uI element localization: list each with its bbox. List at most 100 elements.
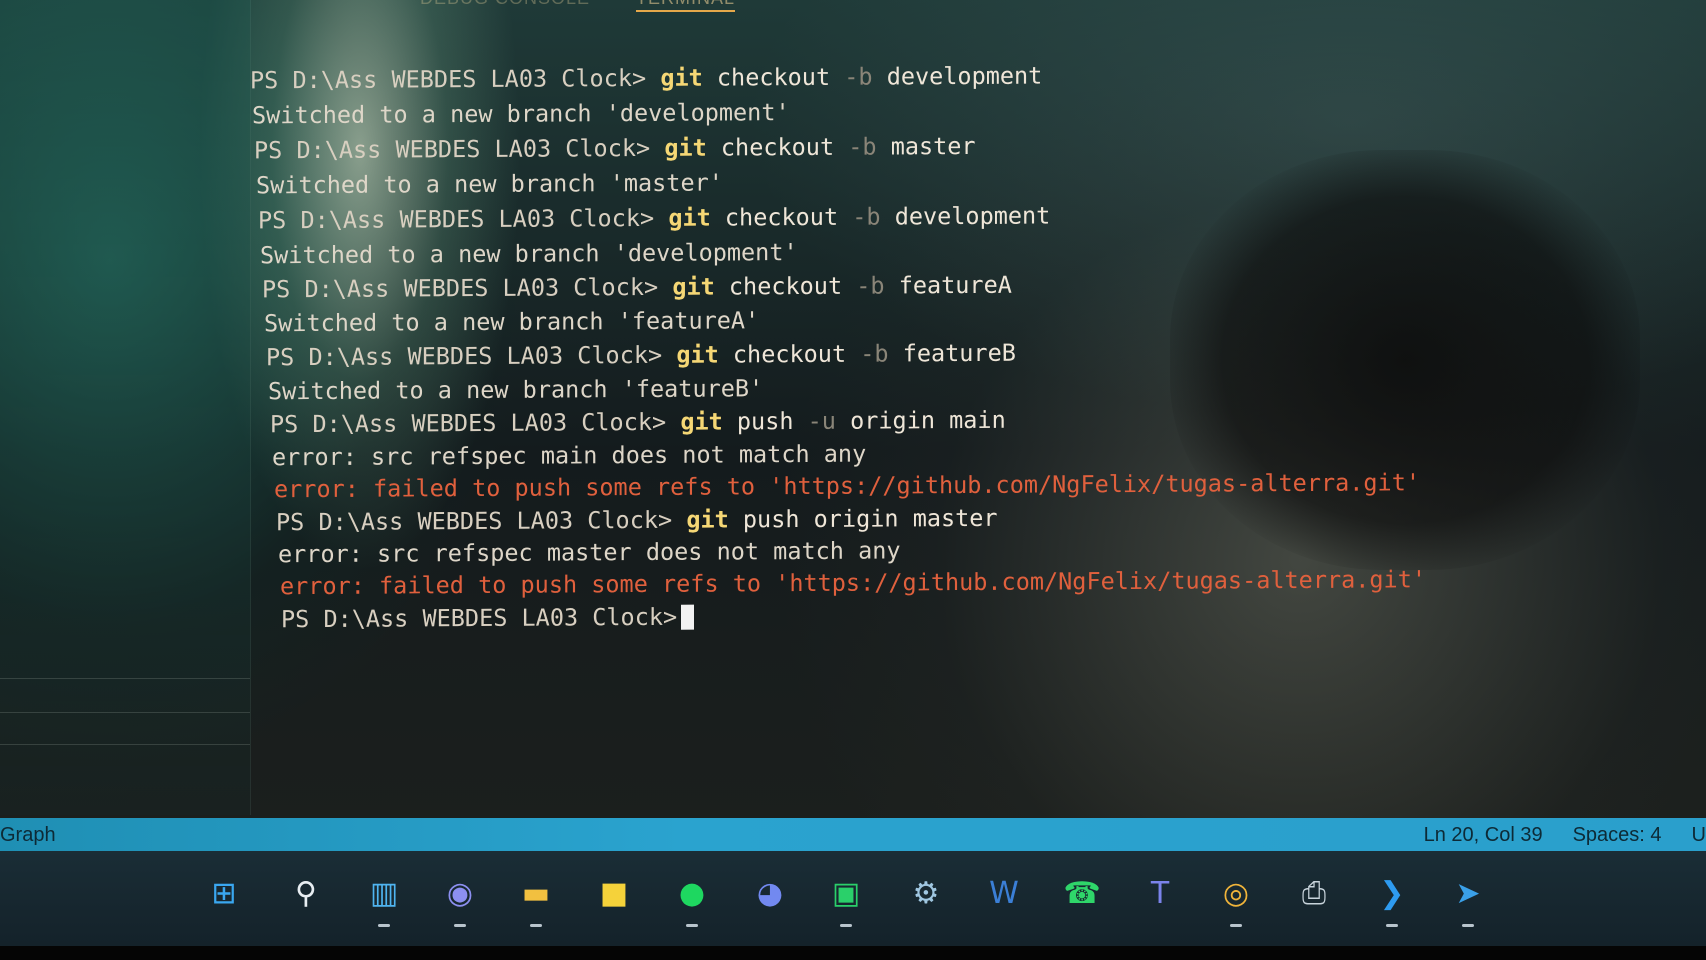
running-indicator <box>530 924 542 927</box>
file-explorer-icon[interactable]: ▬ <box>512 869 560 927</box>
terminal-args: checkout <box>718 339 861 369</box>
terminal-output-line: Switched to a new branch 'development' <box>252 98 790 129</box>
running-indicator <box>378 924 390 927</box>
terminal-cursor <box>681 604 695 630</box>
terminal-flag: -b <box>848 132 877 161</box>
terminal-command-line: PS D:\Ass WEBDES LA03 Clock> <box>281 602 695 634</box>
terminal-args: origin main <box>835 405 1006 435</box>
chrome-icon[interactable]: ◎ <box>1212 869 1260 927</box>
terminal-flag: -u <box>807 406 836 435</box>
terminal-output-line: error: src refspec master does not match… <box>278 536 901 568</box>
terminal-flag: -b <box>860 339 889 368</box>
terminal-command-line: PS D:\Ass WEBDES LA03 Clock> git checkou… <box>262 271 1012 304</box>
word-icon[interactable]: W <box>980 869 1028 917</box>
terminal-output-text: Switched to a new branch 'featureA' <box>264 306 760 338</box>
status-indentation[interactable]: Spaces: 4 <box>1573 824 1662 847</box>
terminal-args: featureB <box>888 338 1016 368</box>
tab-terminal[interactable]: TERMINAL <box>636 0 736 12</box>
terminal-output-text: Switched to a new branch 'featureB' <box>268 374 764 406</box>
terminal-command: git <box>686 505 729 534</box>
terminal-output-text: error: src refspec main does not match a… <box>272 439 867 472</box>
terminal-args: master <box>876 131 976 161</box>
tab-debug-console[interactable]: DEBUG CONSOLE <box>420 0 590 12</box>
printer-icon[interactable]: ⎙ <box>1290 869 1338 917</box>
taskbar: ⊞ ⚲ ▥ ◉ ▬ ■ ● ◕ ▣ ⚙ W ☎ T ◎ ⎙ ❯ ➤ <box>0 851 1706 946</box>
terminal-output-text: Switched to a new branch 'development' <box>252 98 790 130</box>
terminal-prompt: PS D:\Ass WEBDES LA03 Clock> <box>258 203 655 235</box>
terminal-args: checkout <box>706 132 849 162</box>
terminal-args: development <box>872 61 1043 91</box>
terminal-command: git <box>672 272 715 301</box>
terminal-prompt: PS D:\Ass WEBDES LA03 Clock> <box>250 63 647 95</box>
terminal-error-line: error: failed to push some refs to 'http… <box>280 565 1426 600</box>
line-icon[interactable]: ▣ <box>822 869 870 927</box>
terminal-error-line: error: failed to push some refs to 'http… <box>274 468 1420 503</box>
side-panel-divider <box>0 744 250 745</box>
terminal-args: checkout <box>710 202 853 232</box>
terminal-args: checkout <box>714 271 857 301</box>
terminal-output-line: error: src refspec main does not match a… <box>272 440 866 472</box>
vscode-icon[interactable]: ❯ <box>1368 869 1416 927</box>
terminal-command: git <box>668 203 711 232</box>
terminal-output-text: Switched to a new branch 'development' <box>260 238 798 270</box>
terminal-flag: -b <box>852 202 881 231</box>
terminal-prompt: PS D:\Ass WEBDES LA03 Clock> <box>266 340 663 372</box>
terminal-prompt: PS D:\Ass WEBDES LA03 Clock> <box>276 505 673 537</box>
spotify-icon[interactable]: ● <box>668 869 716 927</box>
terminal-command-line: PS D:\Ass WEBDES LA03 Clock> git checkou… <box>266 339 1016 372</box>
terminal-output-text: Switched to a new branch 'master' <box>256 168 723 200</box>
terminal-prompt: PS D:\Ass WEBDES LA03 Clock> <box>281 602 678 634</box>
screen-bezel <box>0 946 1706 960</box>
terminal-output-line: Switched to a new branch 'featureB' <box>268 374 763 405</box>
running-indicator <box>1462 924 1474 927</box>
side-panel <box>0 0 251 815</box>
terminal-args: push origin master <box>728 503 998 534</box>
start-icon[interactable]: ⊞ <box>200 869 248 917</box>
status-graph[interactable]: Graph <box>0 824 56 847</box>
terminal-prompt: PS D:\Ass WEBDES LA03 Clock> <box>270 407 667 439</box>
side-panel-divider <box>0 712 250 713</box>
terminal-command-line: PS D:\Ass WEBDES LA03 Clock> git checkou… <box>254 132 976 164</box>
sticky-notes-icon[interactable]: ■ <box>590 869 638 917</box>
telegram-icon[interactable]: ➤ <box>1444 869 1492 927</box>
whatsapp-icon[interactable]: ☎ <box>1058 869 1106 917</box>
terminal-command-line: PS D:\Ass WEBDES LA03 Clock> git push -u… <box>270 406 1006 438</box>
teams-icon[interactable]: T <box>1136 869 1184 917</box>
terminal-error-text: error: failed to push some refs to 'http… <box>274 468 1421 504</box>
terminal-args: checkout <box>702 62 845 92</box>
terminal-args: featureA <box>884 270 1012 300</box>
terminal-command: git <box>664 133 707 162</box>
terminal-output-line: Switched to a new branch 'featureA' <box>264 306 759 337</box>
discord-icon[interactable]: ◕ <box>746 869 794 917</box>
running-indicator <box>840 924 852 927</box>
status-bar: Graph Ln 20, Col 39 Spaces: 4 U <box>0 818 1706 851</box>
status-encoding[interactable]: U <box>1692 824 1706 847</box>
steam-icon[interactable]: ⚙ <box>902 869 950 917</box>
running-indicator <box>454 924 466 927</box>
terminal-output-text: error: src refspec master does not match… <box>278 536 901 569</box>
search-icon[interactable]: ⚲ <box>282 869 330 917</box>
terminal-command-line: PS D:\Ass WEBDES LA03 Clock> git checkou… <box>258 202 1050 235</box>
terminal-output-line: Switched to a new branch 'development' <box>260 238 798 269</box>
terminal-args: push <box>722 406 808 436</box>
terminal-output[interactable]: PS D:\Ass WEBDES LA03 Clock> git checkou… <box>250 58 1690 767</box>
chat-icon[interactable]: ◉ <box>436 869 484 927</box>
terminal-flag: -b <box>856 271 885 300</box>
running-indicator <box>1230 924 1242 927</box>
running-indicator <box>686 924 698 927</box>
terminal-command: git <box>680 407 723 436</box>
terminal-command: git <box>660 63 703 92</box>
widgets-icon[interactable]: ▥ <box>360 869 408 927</box>
running-indicator <box>1386 924 1398 927</box>
terminal-output-line: Switched to a new branch 'master' <box>256 169 723 200</box>
terminal-command: git <box>676 340 719 369</box>
panel-tabs: DEBUG CONSOLE TERMINAL <box>420 0 736 12</box>
terminal-prompt: PS D:\Ass WEBDES LA03 Clock> <box>262 272 659 304</box>
terminal-flag: -b <box>844 62 873 91</box>
terminal-args: development <box>880 201 1051 231</box>
terminal-error-text: error: failed to push some refs to 'http… <box>280 565 1427 601</box>
terminal-command-line: PS D:\Ass WEBDES LA03 Clock> git push or… <box>276 504 998 536</box>
side-panel-divider <box>0 678 250 679</box>
terminal-prompt: PS D:\Ass WEBDES LA03 Clock> <box>254 133 651 165</box>
status-cursor-position[interactable]: Ln 20, Col 39 <box>1424 824 1543 847</box>
